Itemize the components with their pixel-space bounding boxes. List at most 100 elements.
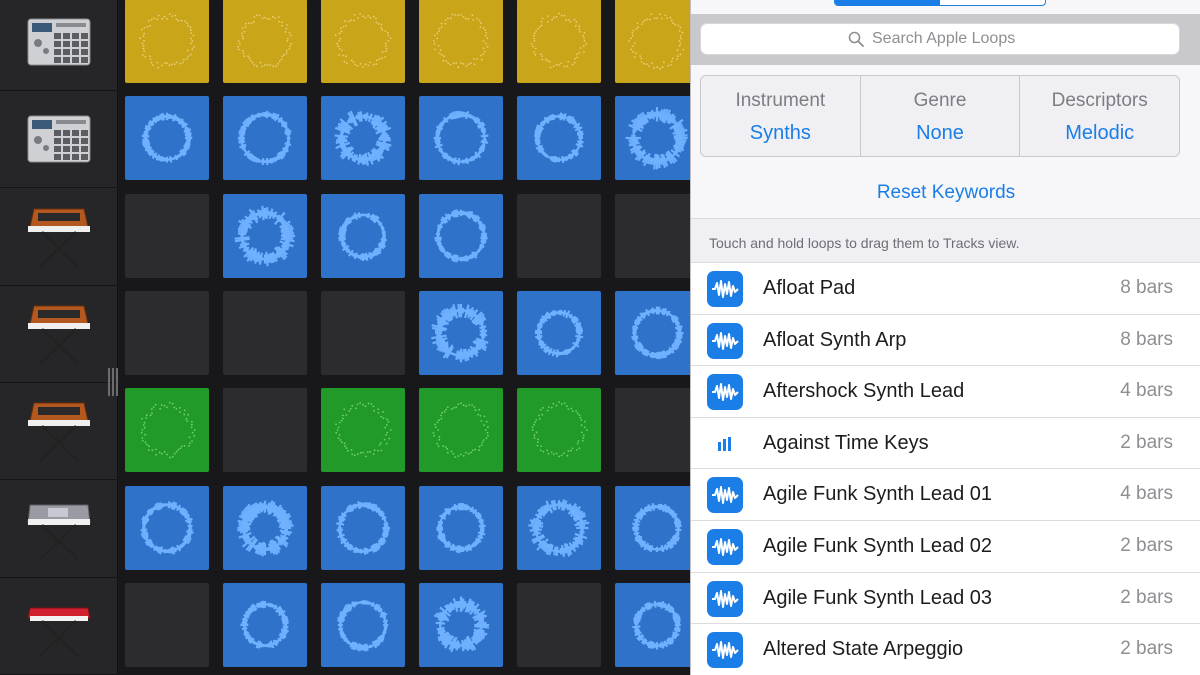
waveform-ring — [337, 599, 389, 652]
loop-length: 8 bars — [1120, 277, 1173, 298]
loop-cell[interactable] — [615, 0, 699, 83]
loop-name: Altered State Arpeggio — [763, 638, 964, 661]
waveform-ring — [237, 110, 292, 166]
loop-cell[interactable] — [321, 96, 405, 181]
loop-cell[interactable] — [517, 0, 601, 83]
midi-bars-icon — [707, 426, 743, 462]
loop-row[interactable]: Aftershock Synth Lead 4 bars — [691, 365, 1200, 417]
loop-cell[interactable] — [125, 388, 209, 473]
drag-hint-text: Touch and hold loops to drag them to Tra… — [709, 235, 1020, 251]
loop-cell[interactable] — [517, 485, 601, 570]
loop-cell[interactable] — [615, 96, 699, 181]
filter-instrument[interactable]: Instrument Synths — [701, 76, 861, 156]
waveform-ring — [528, 498, 590, 557]
loop-cell[interactable] — [321, 0, 405, 83]
loop-cell[interactable] — [321, 582, 405, 667]
loop-cell[interactable] — [419, 582, 503, 667]
waveform-ring — [336, 500, 391, 555]
waveform-ring — [628, 13, 685, 70]
empty-loop-cell[interactable] — [125, 290, 209, 375]
filter-descriptors[interactable]: Descriptors Melodic — [1020, 76, 1179, 156]
loop-row[interactable]: Agile Funk Synth Lead 02 2 bars — [691, 520, 1200, 572]
filter-genre[interactable]: Genre None — [861, 76, 1021, 156]
empty-loop-cell[interactable] — [615, 388, 699, 473]
track-header[interactable] — [0, 91, 118, 189]
empty-loop-cell[interactable] — [517, 193, 601, 278]
loop-cell[interactable] — [125, 96, 209, 181]
empty-loop-cell[interactable] — [615, 193, 699, 278]
synthesizer-icon — [24, 302, 94, 366]
loop-length: 2 bars — [1120, 431, 1173, 453]
loop-cell[interactable] — [223, 193, 307, 278]
track-header[interactable] — [0, 383, 118, 481]
empty-loop-cell[interactable] — [321, 290, 405, 375]
loop-row[interactable]: Afloat Pad 8 bars — [691, 262, 1200, 314]
reset-keywords-button[interactable]: Reset Keywords — [691, 168, 1200, 218]
track-header[interactable] — [0, 189, 118, 286]
loop-cell[interactable] — [223, 96, 307, 181]
filter-value: Synths — [749, 122, 811, 144]
loop-row[interactable]: Against Time Keys 2 bars — [691, 416, 1200, 469]
waveform-ring — [335, 402, 392, 458]
waveform-ring — [531, 401, 588, 458]
loop-cell[interactable] — [223, 485, 307, 570]
waveform-ring — [434, 208, 488, 263]
empty-loop-cell[interactable] — [223, 290, 307, 375]
loop-cell[interactable] — [419, 485, 503, 570]
empty-loop-cell[interactable] — [125, 193, 209, 278]
live-loops-grid — [119, 0, 699, 675]
loop-row[interactable]: Altered State Arpeggio 2 bars — [691, 623, 1200, 675]
loop-cell[interactable] — [223, 0, 307, 83]
filter-value: Melodic — [1065, 122, 1135, 144]
search-input[interactable] — [872, 30, 1032, 48]
loop-length: 4 bars — [1120, 483, 1173, 505]
loop-length: 2 bars — [1120, 586, 1173, 608]
loop-cell[interactable] — [419, 388, 503, 473]
track-header[interactable] — [0, 286, 118, 383]
loop-length: 2 bars — [1120, 638, 1173, 660]
loop-row[interactable]: Agile Funk Synth Lead 03 2 bars — [691, 571, 1200, 624]
resize-handle[interactable] — [106, 368, 118, 396]
loop-name: Agile Funk Synth Lead 01 — [763, 483, 993, 506]
loop-name: Aftershock Synth Lead — [763, 380, 965, 403]
loop-cell[interactable] — [125, 485, 209, 570]
loop-cell[interactable] — [419, 96, 503, 181]
loop-cell[interactable] — [615, 485, 699, 570]
loop-name: Against Time Keys — [763, 431, 929, 454]
loop-cell[interactable] — [125, 0, 209, 83]
loop-cell[interactable] — [321, 193, 405, 278]
filter-label: Genre — [913, 90, 967, 111]
loop-cell[interactable] — [517, 96, 601, 181]
loop-row[interactable]: Agile Funk Synth Lead 01 4 bars — [691, 468, 1200, 520]
empty-loop-cell[interactable] — [223, 388, 307, 473]
waveform-ring — [632, 600, 681, 650]
loop-cell[interactable] — [517, 290, 601, 375]
waveform-ring — [534, 309, 584, 358]
waveform-ring — [631, 306, 684, 360]
waveform-ring — [433, 596, 490, 652]
loop-cell[interactable] — [419, 0, 503, 83]
loop-cell[interactable] — [321, 485, 405, 570]
waveform-ring — [338, 211, 387, 261]
waveform-icon — [707, 477, 743, 514]
loop-cell[interactable] — [223, 582, 307, 667]
track-header[interactable] — [0, 0, 118, 91]
loop-name: Afloat Synth Arp — [763, 328, 907, 351]
loop-cell[interactable] — [321, 388, 405, 473]
loop-name: Agile Funk Synth Lead 03 — [763, 586, 993, 609]
loop-cell[interactable] — [517, 388, 601, 473]
loop-cell[interactable] — [615, 582, 699, 667]
loop-cell[interactable] — [419, 193, 503, 278]
loop-row[interactable]: Afloat Synth Arp 8 bars — [691, 313, 1200, 366]
empty-loop-cell[interactable] — [517, 582, 601, 667]
search-bar — [691, 14, 1200, 65]
waveform-ring — [433, 13, 489, 69]
empty-loop-cell[interactable] — [125, 582, 209, 667]
search-field[interactable] — [700, 23, 1180, 55]
track-header[interactable] — [0, 578, 118, 675]
loop-cell[interactable] — [615, 290, 699, 375]
track-header[interactable] — [0, 481, 118, 578]
loops-segmented-control[interactable] — [834, 0, 1046, 6]
segment-selected[interactable] — [835, 0, 940, 5]
loop-cell[interactable] — [419, 290, 503, 375]
